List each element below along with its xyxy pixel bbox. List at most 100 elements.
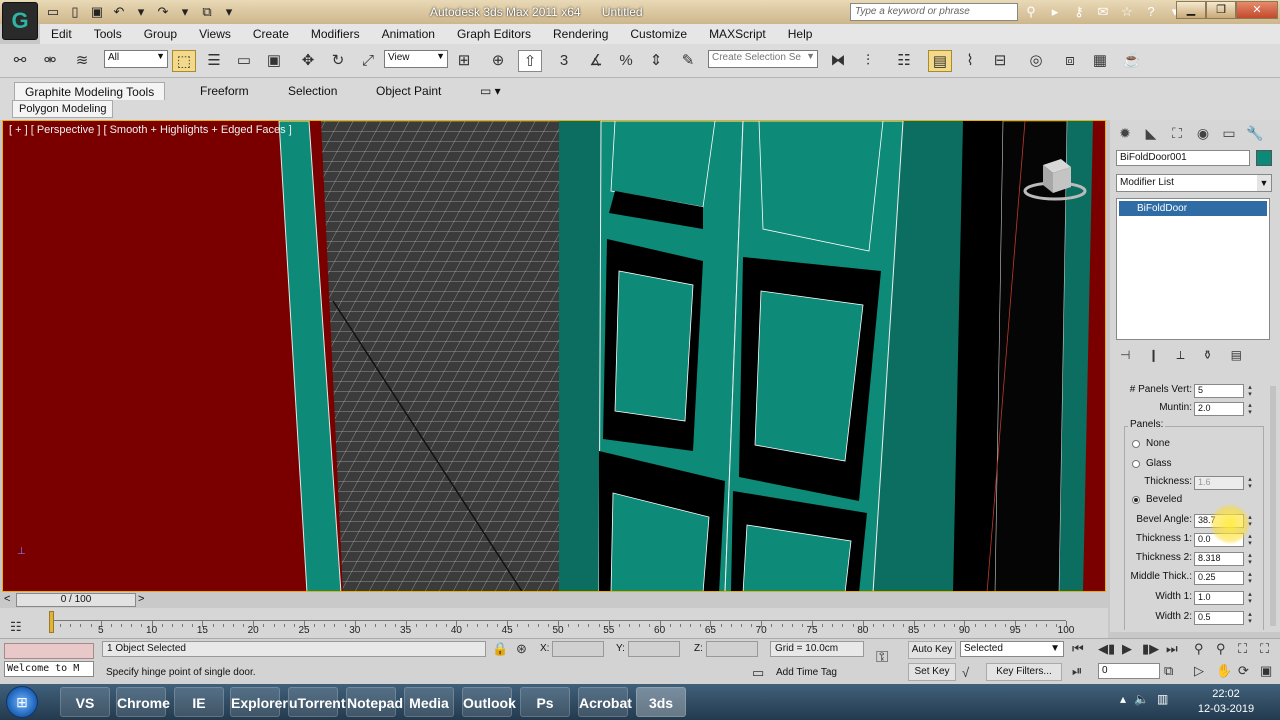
key-icon[interactable]: ⚷ [1070, 3, 1088, 21]
unlink-icon[interactable]: ⚮ [38, 50, 62, 72]
pivot-center-icon[interactable]: ⊞ [452, 50, 476, 72]
taskbar-utorrent[interactable]: uTorrent [288, 687, 346, 717]
width-1-field[interactable]: 1.0 [1194, 591, 1244, 605]
modify-tab-icon[interactable]: ◣ [1140, 122, 1162, 144]
absolute-mode-icon[interactable]: ⊛ [516, 641, 527, 657]
dropdown-icon[interactable]: ▾ [176, 3, 194, 21]
named-selection-select[interactable]: Create Selection Se ▼ [708, 50, 818, 68]
y-coord-field[interactable] [628, 641, 680, 657]
star-icon[interactable]: ☆ [1118, 3, 1136, 21]
x-coord-field[interactable] [552, 641, 604, 657]
align-icon[interactable]: ⫶ [856, 50, 880, 72]
menu-graph-editors[interactable]: Graph Editors [446, 27, 542, 41]
perspective-viewport[interactable]: [ + ] [ Perspective ] [ Smooth + Highlig… [2, 120, 1106, 592]
undo-icon[interactable]: ↶ [110, 3, 128, 21]
z-coord-field[interactable] [706, 641, 758, 657]
menu-rendering[interactable]: Rendering [542, 27, 619, 41]
curve-editor-icon[interactable]: ⌇ [958, 50, 982, 72]
spinner-snap-icon[interactable]: ⇕ [644, 50, 668, 72]
reference-coord-select[interactable]: View ▼ [384, 50, 448, 68]
glass-thickness-field[interactable]: 1.6 [1194, 476, 1244, 490]
display-tab-icon[interactable]: ▭ [1218, 122, 1240, 144]
network-icon[interactable]: ▥ [1157, 692, 1168, 706]
zoom-extents-all-icon[interactable]: ⛶ [1260, 641, 1269, 657]
material-editor-icon[interactable]: ◎ [1024, 50, 1048, 72]
graphite-toggle-icon[interactable]: ▤ [928, 50, 952, 72]
show-hidden-icons-icon[interactable]: ▴ [1120, 692, 1126, 706]
binoculars-icon[interactable]: ⚲ [1022, 3, 1040, 21]
spinner-icon[interactable]: ▴▾ [1246, 552, 1254, 566]
lock-icon[interactable]: 🔒 [492, 641, 508, 657]
schematic-view-icon[interactable]: ⊟ [988, 50, 1012, 72]
viewport-label[interactable]: [ + ] [ Perspective ] [ Smooth + Highlig… [9, 124, 292, 136]
keyboard-shortcut-override-icon[interactable]: ⇧ [518, 50, 542, 72]
volume-icon[interactable]: 🔈 [1134, 692, 1149, 706]
snaps-toggle-icon[interactable]: 3 [552, 50, 576, 72]
maxscript-listener-output[interactable] [4, 643, 94, 659]
taskbar-chrome[interactable]: Chrome [116, 687, 170, 717]
rectangular-selection-icon[interactable]: ▭ [232, 50, 256, 72]
motion-tab-icon[interactable]: ◉ [1192, 122, 1214, 144]
menu-group[interactable]: Group [133, 27, 188, 41]
link-icon[interactable]: ⚯ [8, 50, 32, 72]
start-button[interactable]: ⊞ [6, 686, 38, 718]
select-by-name-icon[interactable]: ☰ [202, 50, 226, 72]
taskbar-acrobat[interactable]: Acrobat [578, 687, 632, 717]
help-icon[interactable]: ? [1142, 3, 1160, 21]
viewcube-icon[interactable] [1023, 153, 1087, 203]
set-key-button[interactable]: Set Key [908, 663, 956, 681]
next-frame-icon[interactable]: ▮▶ [1142, 641, 1159, 657]
tab-selection[interactable]: Selection [278, 82, 347, 100]
taskbar-photoshop[interactable]: Ps [520, 687, 570, 717]
taskbar-media-player[interactable]: Media [404, 687, 454, 717]
project-folder-icon[interactable]: ⧉ [198, 3, 216, 21]
menu-animation[interactable]: Animation [371, 27, 446, 41]
middle-thick-field[interactable]: 0.25 [1194, 571, 1244, 585]
menu-edit[interactable]: Edit [40, 27, 83, 41]
tab-freeform[interactable]: Freeform [190, 82, 259, 100]
command-panel-scrollbar[interactable] [1270, 386, 1276, 626]
menu-views[interactable]: Views [188, 27, 242, 41]
zoom-all-icon[interactable]: ⚲ [1216, 641, 1226, 657]
edit-named-selection-icon[interactable]: ✎ [676, 50, 700, 72]
chevron-left-icon[interactable]: < [4, 593, 10, 605]
mirror-icon[interactable]: ⧓ [826, 50, 850, 72]
time-slider[interactable]: < 0 / 100 > [0, 592, 1108, 608]
panels-vert-field[interactable]: 5 [1194, 384, 1244, 398]
percent-snap-icon[interactable]: % [614, 50, 638, 72]
taskbar-file-explorer[interactable]: Explorer [230, 687, 288, 717]
previous-frame-icon[interactable]: ◀▮ [1098, 641, 1115, 657]
save-icon[interactable]: ▣ [88, 3, 106, 21]
maximize-viewport-icon[interactable]: ▣ [1260, 663, 1272, 679]
maxscript-listener-input[interactable]: Welcome to M [4, 661, 94, 677]
time-configuration-icon[interactable]: ⧉ [1164, 663, 1173, 679]
new-file-icon[interactable]: ▭ [44, 3, 62, 21]
search-input[interactable]: Type a keyword or phrase [850, 3, 1018, 21]
redo-icon[interactable]: ↷ [154, 3, 172, 21]
hierarchy-tab-icon[interactable]: ⛶ [1166, 122, 1188, 144]
rendered-frame-window-icon[interactable]: ▦ [1088, 50, 1112, 72]
spinner-icon[interactable]: ▴▾ [1246, 533, 1254, 547]
go-to-start-icon[interactable]: ⏮ [1072, 641, 1084, 657]
field-of-view-icon[interactable]: ▷ [1194, 663, 1204, 679]
tab-graphite-modeling-tools[interactable]: Graphite Modeling Tools [14, 82, 166, 100]
width-2-field[interactable]: 0.5 [1194, 611, 1244, 625]
create-tab-icon[interactable]: ✹ [1114, 122, 1136, 144]
spinner-icon[interactable]: ▴▾ [1246, 591, 1254, 605]
dropdown-icon[interactable]: ▸ [1046, 3, 1064, 21]
select-manipulate-icon[interactable]: ⊕ [486, 50, 510, 72]
selection-filter-select[interactable]: All ▼ [104, 50, 168, 68]
select-object-icon[interactable]: ⬚ [172, 50, 196, 72]
taskbar-clock[interactable]: 22:02 12-03-2019 [1196, 687, 1256, 717]
menu-help[interactable]: Help [777, 27, 824, 41]
pan-icon[interactable]: ✋ [1216, 663, 1232, 679]
muntin-field[interactable]: 2.0 [1194, 402, 1244, 416]
layer-manager-icon[interactable]: ☷ [892, 50, 916, 72]
show-end-result-icon[interactable]: ❙ [1148, 348, 1158, 363]
modifier-stack[interactable]: BiFoldDoor [1116, 198, 1270, 340]
auto-key-button[interactable]: Auto Key [908, 641, 956, 659]
track-bar[interactable]: 5 10 15 20 25 30 35 40 45 50 55 60 65 70 75 80 85 90 95 100 [0, 608, 1108, 638]
time-slider-thumb[interactable]: 0 / 100 [16, 593, 136, 607]
window-crossing-icon[interactable]: ▣ [262, 50, 286, 72]
object-color-swatch[interactable] [1256, 150, 1272, 166]
